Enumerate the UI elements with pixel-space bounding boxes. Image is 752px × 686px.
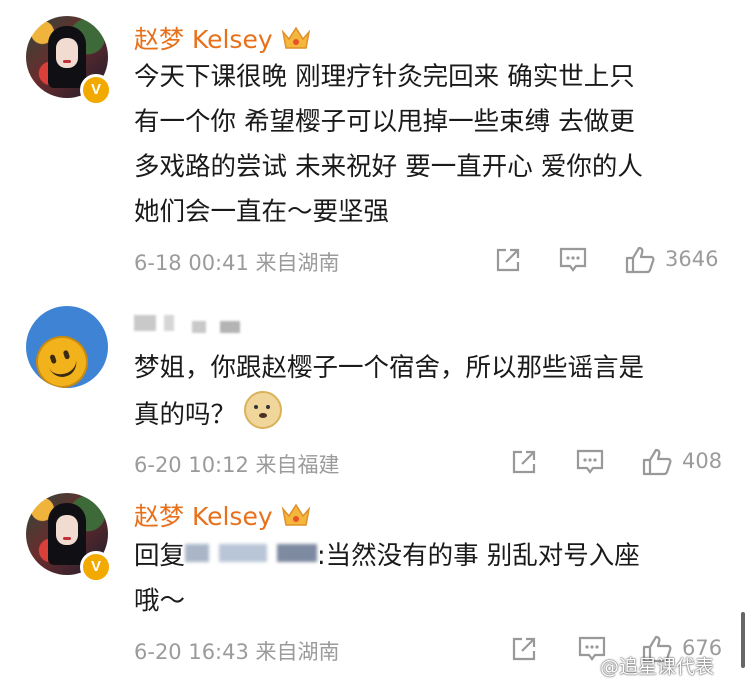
comment-meta: 6-20 10:12 来自福建 — [134, 449, 340, 479]
timestamp: 6-20 16:43 — [134, 640, 249, 664]
text-line: 梦姐，你跟赵樱子一个宿舍，所以那些谣言是 — [134, 353, 645, 383]
username[interactable]: 赵梦 Kelsey — [134, 20, 273, 56]
crown-icon — [280, 501, 312, 529]
reply-prefix: 回复 — [134, 541, 186, 571]
comment-meta: 6-20 16:43 来自湖南 — [134, 636, 340, 666]
text-line: 哦～ — [134, 586, 186, 616]
reply-text: :当然没有的事 别乱对号入座 — [317, 541, 640, 571]
share-icon[interactable] — [492, 244, 524, 276]
username[interactable]: 赵梦 Kelsey — [134, 497, 273, 533]
avatar[interactable] — [26, 306, 108, 388]
crown-icon — [280, 24, 312, 52]
timestamp: 6-18 00:41 — [134, 251, 249, 275]
scrollbar[interactable] — [741, 612, 745, 668]
doge-emoji-icon — [244, 391, 283, 429]
location: 来自湖南 — [255, 640, 340, 664]
location: 来自福建 — [255, 453, 340, 477]
like-count: 3646 — [665, 247, 719, 271]
verified-badge-icon: V — [80, 551, 112, 583]
share-icon[interactable] — [508, 446, 540, 478]
text-line: 她们会一直在～要坚强 — [134, 197, 390, 227]
share-icon[interactable] — [508, 633, 540, 665]
timestamp: 6-20 10:12 — [134, 453, 249, 477]
blurred-mention[interactable] — [219, 544, 268, 562]
comment-text: 今天下课很晚 刚理疗针灸完回来 确实世上只 有一个你 希望樱子可以甩掉一些束缚 … — [134, 55, 643, 235]
text-line: 有一个你 希望樱子可以甩掉一些束缚 去做更 — [134, 107, 635, 137]
comment-meta: 6-18 00:41 来自湖南 — [134, 247, 340, 277]
location: 来自湖南 — [255, 251, 340, 275]
blurred-mention[interactable] — [277, 544, 318, 562]
like-count: 408 — [682, 449, 723, 473]
verified-badge-icon: V — [80, 74, 112, 106]
like-icon[interactable] — [624, 244, 656, 276]
comment-icon[interactable] — [574, 446, 606, 478]
comment-text: 回复 :当然没有的事 别乱对号入座 哦～ — [134, 534, 640, 624]
text-line: 多戏路的尝试 未来祝好 要一直开心 爱你的人 — [134, 152, 643, 182]
comment-icon[interactable] — [557, 244, 589, 276]
blurred-mention[interactable] — [185, 544, 210, 562]
text-line: 今天下课很晚 刚理疗针灸完回来 确实世上只 — [134, 62, 635, 92]
like-icon[interactable] — [641, 446, 673, 478]
text-line: 真的吗？ — [134, 400, 237, 430]
comment-text: 梦姐，你跟赵樱子一个宿舍，所以那些谣言是 真的吗？ — [134, 346, 644, 438]
watermark: @追星课代表 — [600, 656, 715, 678]
